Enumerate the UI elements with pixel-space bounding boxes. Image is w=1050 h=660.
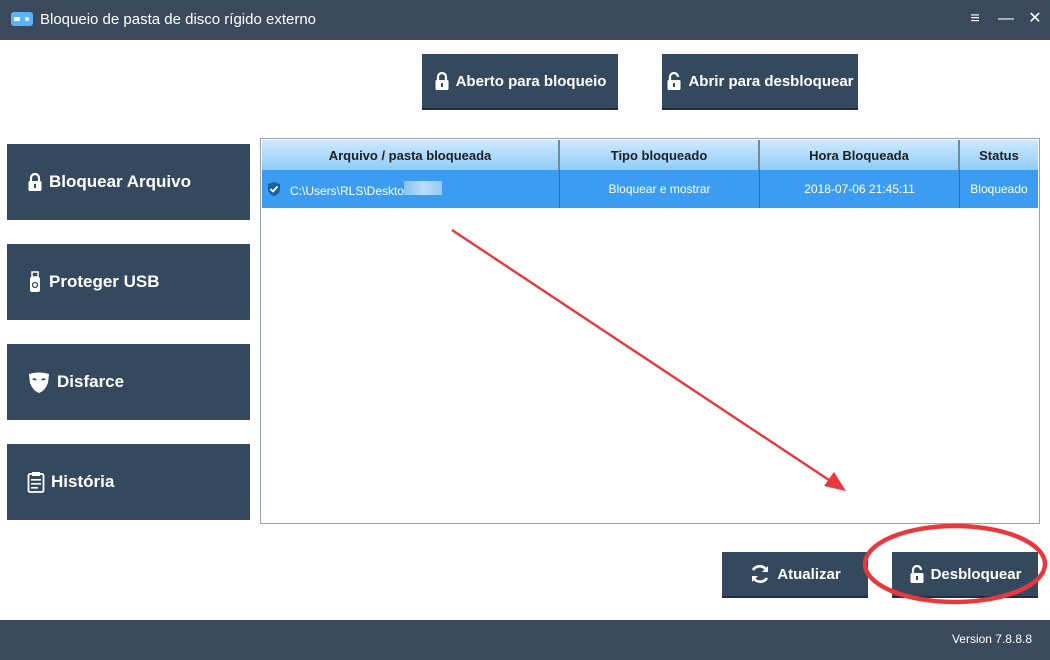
open-to-lock-button[interactable]: Aberto para bloqueio	[422, 54, 618, 110]
open-to-unlock-label: Abrir para desbloquear	[688, 72, 854, 90]
mask-icon	[29, 372, 49, 393]
checkmark-shield-icon[interactable]	[266, 181, 282, 197]
redacted-path-segment	[404, 180, 443, 195]
file-path-text: C:\Users\RLS\Deskto	[290, 180, 443, 198]
usb-icon	[30, 271, 40, 292]
cell-lock-type: Bloquear e mostrar	[560, 170, 760, 208]
locked-items-table: Arquivo / pasta bloqueada Tipo bloqueado…	[260, 138, 1040, 524]
column-header-type[interactable]: Tipo bloqueado	[560, 140, 760, 170]
table-row[interactable]: C:\Users\RLS\Deskto Bloquear e mostrar 2…	[262, 170, 1038, 208]
external-drive-icon	[11, 12, 33, 26]
refresh-icon	[752, 565, 769, 583]
column-header-file[interactable]: Arquivo / pasta bloqueada	[262, 140, 560, 170]
unlock-icon	[667, 71, 681, 90]
clipboard-icon	[27, 472, 45, 493]
title-bar: Bloqueio de pasta de disco rígido extern…	[0, 0, 1050, 40]
sidebar-item-label: Bloquear Arquivo	[49, 172, 191, 191]
sidebar-item-label: Disfarce	[57, 372, 125, 391]
sidebar-item-disguise[interactable]: Disfarce	[7, 344, 250, 420]
app-window: Bloqueio de pasta de disco rígido extern…	[0, 0, 1050, 660]
sidebar-item-protect-usb[interactable]: Proteger USB	[7, 244, 250, 320]
sidebar-item-label: Proteger USB	[49, 272, 160, 291]
lock-icon	[28, 172, 42, 191]
column-header-time[interactable]: Hora Bloqueada	[760, 140, 960, 170]
menu-icon[interactable]: ≡	[964, 8, 986, 30]
cell-lock-time: 2018-07-06 21:45:11	[760, 170, 960, 208]
version-label: Version 7.8.8.8	[951, 632, 1032, 646]
sidebar-item-lock-file[interactable]: Bloquear Arquivo	[7, 144, 250, 220]
status-bar: Version 7.8.8.8	[0, 620, 1050, 660]
cell-status: Bloqueado	[970, 182, 1028, 196]
unlock-button[interactable]: Desbloquear	[892, 552, 1038, 598]
refresh-button[interactable]: Atualizar	[722, 552, 868, 598]
sidebar-item-label: História	[51, 472, 115, 491]
column-header-status[interactable]: Status	[960, 140, 1038, 170]
window-title: Bloqueio de pasta de disco rígido extern…	[40, 11, 317, 28]
close-icon[interactable]: ✕	[1024, 8, 1046, 30]
refresh-label: Atualizar	[777, 565, 841, 583]
unlock-label: Desbloquear	[930, 565, 1022, 583]
sidebar-item-history[interactable]: História	[7, 444, 250, 520]
unlock-icon	[910, 564, 924, 583]
lock-icon	[435, 71, 449, 90]
cell-file-path: C:\Users\RLS\Deskto	[262, 170, 560, 208]
open-to-lock-label: Aberto para bloqueio	[455, 72, 607, 90]
open-to-unlock-button[interactable]: Abrir para desbloquear	[662, 54, 858, 110]
file-path-value: C:\Users\RLS\Deskto	[290, 183, 405, 198]
minimize-icon[interactable]: —	[995, 8, 1017, 30]
table-header: Arquivo / pasta bloqueada Tipo bloqueado…	[262, 140, 1038, 170]
